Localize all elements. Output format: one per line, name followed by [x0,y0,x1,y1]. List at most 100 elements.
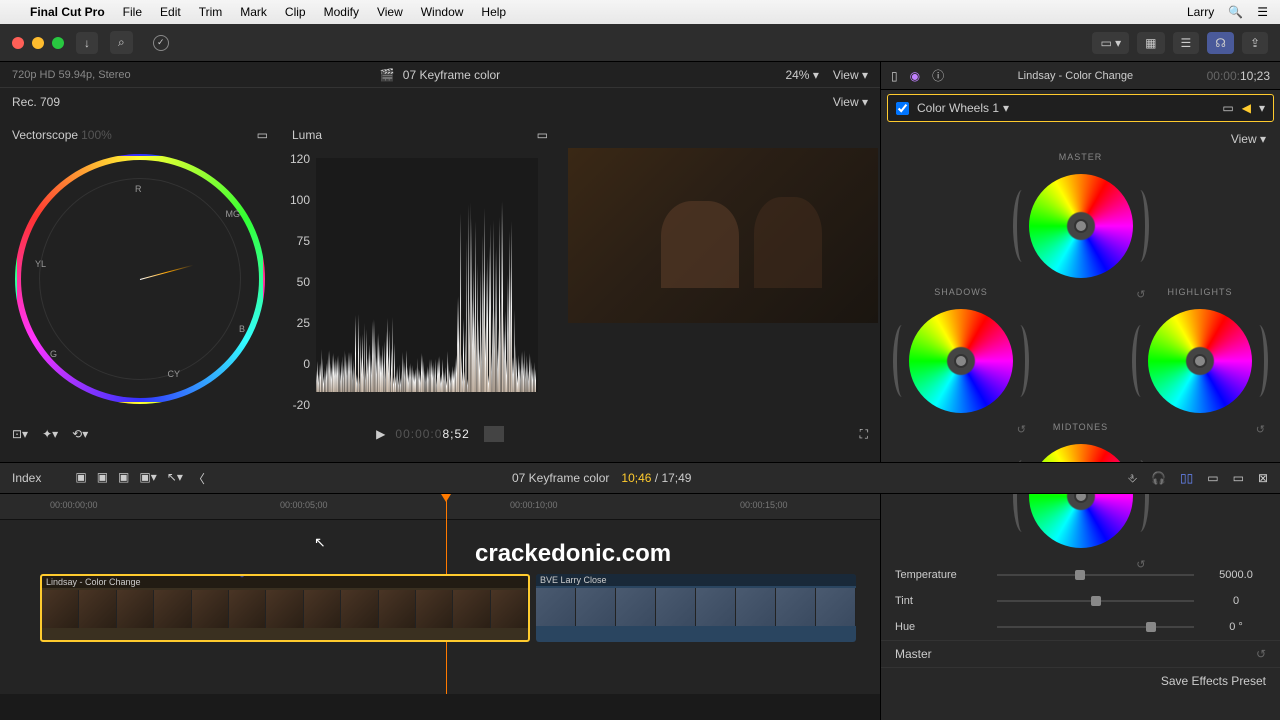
tint-slider[interactable] [997,600,1194,602]
midtones-wheel[interactable]: ↺ [1021,436,1141,556]
retime-tool[interactable]: ⟲▾ [72,427,88,441]
color-wheels: MASTER ↺ SHADOWS ↺ HIGHLIGHTS ↺ MIDTONES… [881,152,1280,562]
layout-list-button[interactable]: ☰ [1173,32,1200,54]
view-menu[interactable]: View ▾ [833,68,868,82]
audio-skim-button[interactable]: 🎧 [1151,471,1166,486]
tint-value[interactable]: 0 [1206,595,1266,607]
colorspace-label: Rec. 709 [12,95,60,109]
timeline-toolbar: Index ▣ ▣ ▣ ▣▾ ↖▾ 〈 07 Keyframe color 10… [0,462,1280,494]
overwrite-clip-button[interactable]: ▣▾ [139,470,156,487]
luma-panel: Luma ▭ 120 100 75 50 25 0 -20 [280,116,560,416]
reset-icon[interactable]: ↺ [1256,647,1266,661]
vectorscope-panel: Vectorscope 100%▭ R MG B CY G YL [0,116,280,416]
scope-view-menu[interactable]: View ▾ [833,95,868,109]
menu-file[interactable]: File [123,5,142,19]
master-wheel-label: MASTER [1021,152,1141,162]
snap-button[interactable]: ▭ [1207,471,1218,486]
midtones-wheel-label: MIDTONES [1021,422,1141,432]
zoom-level[interactable]: 24% ▾ [785,68,818,82]
color-inspector-icon[interactable]: ◉ [910,69,920,83]
menu-view[interactable]: View [377,5,403,19]
vectorscope-display[interactable]: R MG B CY G YL [15,154,265,404]
keyframe-prev-icon[interactable]: ◀ [1242,101,1251,115]
insert-clip-button[interactable]: ▣ [97,470,108,487]
menu-trim[interactable]: Trim [199,5,223,19]
highlights-wheel[interactable]: ↺ [1140,301,1260,421]
minimize-button[interactable] [32,37,44,49]
luma-title: Luma [292,128,322,142]
mask-icon[interactable]: ▭ [1222,101,1233,115]
timecode-display[interactable]: 00:00:08;52 [395,427,469,441]
reset-icon[interactable]: ↺ [1136,558,1145,571]
inspector-panel: ▯ ◉ ⓘ Lindsay - Color Change 00:00:10;23… [880,62,1280,720]
layout-grid-button[interactable]: ▦ [1137,32,1164,54]
user-name[interactable]: Larry [1187,5,1214,19]
zoom-button[interactable] [52,37,64,49]
shadows-wheel[interactable]: ↺ [901,301,1021,421]
menu-window[interactable]: Window [421,5,464,19]
macos-menubar: Final Cut Pro File Edit Trim Mark Clip M… [0,0,1280,24]
skimming-button[interactable]: ⎀ [1127,471,1137,486]
timeline-ruler[interactable]: 00:00:00;00 00:00:05;00 00:00:10;00 00:0… [0,494,880,520]
viewer-preview[interactable] [560,116,886,416]
save-effects-preset-button[interactable]: Save Effects Preset [881,667,1280,694]
timeline-layout-1[interactable]: ▭ [1233,471,1244,486]
master-wheel[interactable]: ↺ [1021,166,1141,286]
connect-clip-button[interactable]: ▣ [75,470,86,487]
fullscreen-button[interactable]: ⛶ [860,427,868,442]
enhance-tool[interactable]: ✦▾ [42,427,58,441]
solo-button[interactable]: ▯▯ [1180,471,1193,486]
hue-slider[interactable] [997,626,1194,628]
arrow-tool[interactable]: ↖▾ [167,470,183,487]
luma-waveform[interactable]: 120 100 75 50 25 0 -20 [288,152,538,412]
control-center-icon[interactable]: ☰ [1257,5,1268,19]
app-name[interactable]: Final Cut Pro [30,5,105,19]
menu-help[interactable]: Help [481,5,506,19]
effect-enable-checkbox[interactable] [896,102,909,115]
menu-edit[interactable]: Edit [160,5,181,19]
master-disclosure[interactable]: Master ↺ [881,640,1280,667]
nav-back-button[interactable]: 〈 [193,470,205,487]
spotlight-icon[interactable]: 🔍 [1228,5,1243,19]
transform-tool[interactable]: ⊡▾ [12,427,28,441]
viewer-clip-name: 07 Keyframe color [403,68,500,82]
clip-bve[interactable]: BVE Larry Close [536,574,856,642]
window-controls [12,37,64,49]
close-button[interactable] [12,37,24,49]
audio-meter [484,426,504,442]
watermark-text: crackedonic.com [475,540,671,568]
slider-temperature: Temperature 5000.0 [881,562,1280,588]
timeline-layout-2[interactable]: ⊠ [1258,471,1268,486]
clip-lindsay[interactable]: Lindsay - Color Change [40,574,530,642]
menu-modify[interactable]: Modify [324,5,359,19]
scope-settings-icon[interactable]: ▭ [257,128,268,142]
layout-browser-button[interactable]: ▭ ▾ [1092,32,1129,54]
menu-mark[interactable]: Mark [240,5,267,19]
append-clip-button[interactable]: ▣ [118,470,129,487]
effect-name: Color Wheels 1 [917,101,999,115]
inspector-toggle-button[interactable]: ☊ [1207,32,1234,54]
index-button[interactable]: Index [12,471,41,485]
keyword-button[interactable]: ⌕ [110,31,133,54]
menu-clip[interactable]: Clip [285,5,306,19]
effect-menu[interactable]: ▾ [1259,101,1265,115]
video-inspector-icon[interactable]: ▯ [891,69,898,83]
viewer-panel: 720p HD 59.94p, Stereo 🎬 07 Keyframe col… [0,62,880,462]
timeline-position: 10;46 [621,471,651,485]
hue-value[interactable]: 0 ° [1206,621,1266,633]
reset-icon[interactable]: ↺ [1256,423,1265,436]
scope-settings-icon[interactable]: ▭ [537,128,548,142]
background-tasks-button[interactable]: ✓ [145,31,177,55]
temperature-slider[interactable] [997,574,1194,576]
import-button[interactable]: ↓ [76,32,98,54]
viewer-header: 720p HD 59.94p, Stereo 🎬 07 Keyframe col… [0,62,880,88]
clip-icon: 🎬 [380,68,395,82]
temperature-value[interactable]: 5000.0 [1206,569,1266,581]
inspector-view-menu[interactable]: View ▾ [1231,132,1266,146]
info-inspector-icon[interactable]: ⓘ [932,67,944,84]
timeline[interactable]: 00:00:00;00 00:00:05;00 00:00:10;00 00:0… [0,494,880,694]
play-button[interactable]: ▶ [376,427,385,441]
main-area: 720p HD 59.94p, Stereo 🎬 07 Keyframe col… [0,62,1280,462]
effect-row[interactable]: Color Wheels 1▾ ▭ ◀ ▾ [887,94,1274,122]
share-button[interactable]: ⇪ [1242,32,1268,54]
